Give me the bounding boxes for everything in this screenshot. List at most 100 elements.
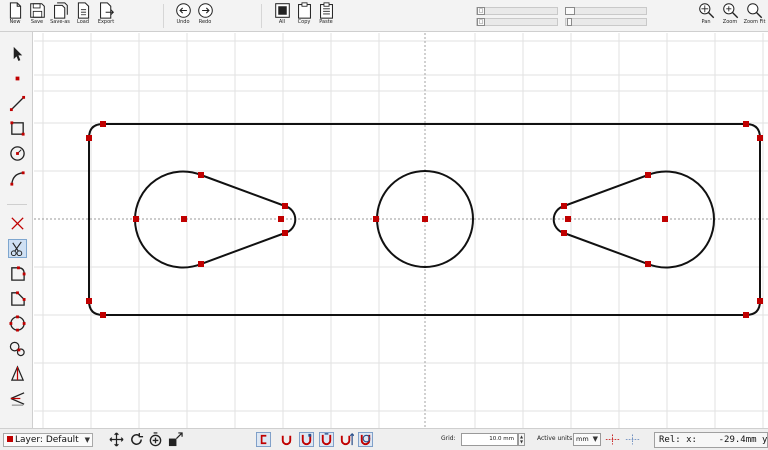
redo-button-label: Redo [198, 19, 212, 25]
snap-center-toggle[interactable] [299, 432, 314, 447]
pan-icon [698, 3, 714, 19]
show-axes-toggle[interactable] [625, 432, 643, 447]
snap-intersection-icon [319, 432, 334, 447]
toolbar-divider [163, 4, 164, 28]
sketch-points[interactable] [86, 121, 763, 318]
fillet-tool-button[interactable] [8, 264, 27, 283]
cad-application-window: New Save Save-as Load Export Undo Redo A… [0, 0, 768, 450]
text-size-slider-handle[interactable]: □ [477, 18, 485, 26]
snap-center-icon [299, 432, 314, 447]
tangent-circles-tool-button[interactable] [8, 339, 27, 358]
move-tool-button[interactable] [109, 432, 124, 447]
fillet-icon [11, 266, 26, 281]
snap-endpoint-icon [256, 432, 271, 447]
chevron-down-icon: ▼ [592, 435, 598, 443]
polygon-tool-button[interactable] [8, 314, 27, 333]
delete-tool-button[interactable] [8, 214, 27, 233]
add-tool-button[interactable] [148, 432, 163, 447]
grid-size-input[interactable]: 10.0 mm [461, 433, 518, 446]
export-button[interactable]: Export [93, 2, 119, 31]
pan-button[interactable]: Pan [693, 2, 719, 31]
snap-intersection-toggle[interactable] [319, 432, 334, 447]
snap-size-slider-handle[interactable] [567, 18, 572, 26]
rectangle-icon [10, 121, 25, 136]
active-units-label: Active units: [537, 435, 575, 442]
trim-icon [10, 241, 23, 257]
toolbar-divider [261, 4, 262, 28]
paste-button[interactable]: Paste [313, 2, 339, 31]
rotate-icon [131, 432, 144, 445]
status-bar: Layer: Default ▼ Grid: 10.0 mm ▲ ▼ Activ… [0, 428, 768, 450]
origin-axes [34, 33, 768, 428]
pan-button-label: Pan [701, 19, 711, 25]
export-icon [99, 2, 114, 19]
chevron-down-icon: ▼ [84, 436, 90, 444]
angle-icon [10, 392, 25, 406]
arc-icon [10, 171, 25, 186]
paste-button-label: Paste [319, 19, 333, 25]
snap-grid-icon [358, 432, 373, 447]
scale-icon [168, 432, 183, 447]
origin-crosshair-icon [605, 434, 620, 445]
trim-tool-button[interactable] [8, 239, 27, 258]
angle-tool-button[interactable] [8, 389, 27, 408]
mirror-tool-button[interactable] [8, 364, 27, 383]
zoom-fit-icon [747, 3, 763, 19]
units-dropdown[interactable]: mm ▼ [573, 433, 601, 446]
right-teardrop-slot[interactable] [552, 170, 715, 269]
save-as-icon [53, 2, 68, 19]
load-file-icon [77, 2, 89, 19]
grid-size-stepper[interactable]: ▲ ▼ [518, 433, 525, 446]
polygon-icon [9, 315, 26, 332]
select-tool-button[interactable] [8, 44, 27, 63]
snap-grid-toggle[interactable] [358, 432, 373, 447]
redo-button[interactable]: Redo [192, 2, 218, 31]
rotate-tool-button[interactable] [129, 432, 144, 447]
zoom-button-label: Zoom [722, 19, 738, 25]
select-pointer-icon [13, 46, 23, 62]
zoom-fit-button[interactable]: Zoom Fit [741, 2, 768, 31]
scale-tool-button[interactable] [168, 432, 183, 447]
drawing-surface[interactable] [34, 33, 768, 428]
circle-icon [10, 146, 25, 161]
drawing-canvas[interactable] [34, 33, 768, 428]
snap-midpoint-icon [281, 435, 292, 446]
text-size-slider[interactable] [476, 18, 558, 26]
left-toolbar-divider [7, 204, 27, 205]
top-toolbar: New Save Save-as Load Export Undo Redo A… [0, 0, 768, 32]
snap-perpendicular-toggle[interactable] [339, 432, 354, 447]
rectangle-tool-button[interactable] [8, 119, 27, 138]
point-tool-button[interactable] [8, 69, 27, 88]
tangent-circles-icon [9, 341, 25, 357]
layer-dropdown-label: Layer: Default [15, 435, 79, 445]
chamfer-tool-button[interactable] [8, 289, 27, 308]
point-size-slider-handle[interactable] [565, 7, 575, 15]
add-circle-icon [149, 432, 162, 447]
snap-perpendicular-icon [340, 433, 354, 446]
delete-icon [11, 217, 24, 230]
export-button-label: Export [97, 19, 115, 25]
background-grid [34, 33, 768, 428]
zoom-button[interactable]: Zoom [717, 2, 743, 31]
axes-crosshair-icon [625, 434, 640, 445]
snap-midpoint-toggle[interactable] [279, 432, 294, 447]
cursor-coordinates-readout: Rel: x: -29.4mm y: [654, 432, 768, 448]
left-teardrop-slot[interactable] [134, 170, 297, 269]
line-width-slider-handle[interactable]: □ [477, 7, 485, 15]
new-file-icon [9, 2, 21, 19]
point-size-slider[interactable] [565, 7, 647, 15]
show-origin-toggle[interactable] [605, 432, 623, 447]
layer-dropdown[interactable]: Layer: Default ▼ [3, 433, 93, 447]
arc-tool-button[interactable] [8, 169, 27, 188]
redo-icon [197, 3, 213, 18]
snap-endpoint-toggle[interactable] [256, 432, 271, 447]
paste-icon [319, 2, 333, 19]
zoom-fit-button-label: Zoom Fit [743, 19, 766, 25]
line-tool-button[interactable] [8, 94, 27, 113]
move-arrows-icon [109, 432, 124, 447]
undo-icon [175, 3, 191, 18]
copy-icon [297, 2, 311, 19]
circle-tool-button[interactable] [8, 144, 27, 163]
line-width-slider[interactable] [476, 7, 558, 15]
snap-size-slider[interactable] [565, 18, 647, 26]
